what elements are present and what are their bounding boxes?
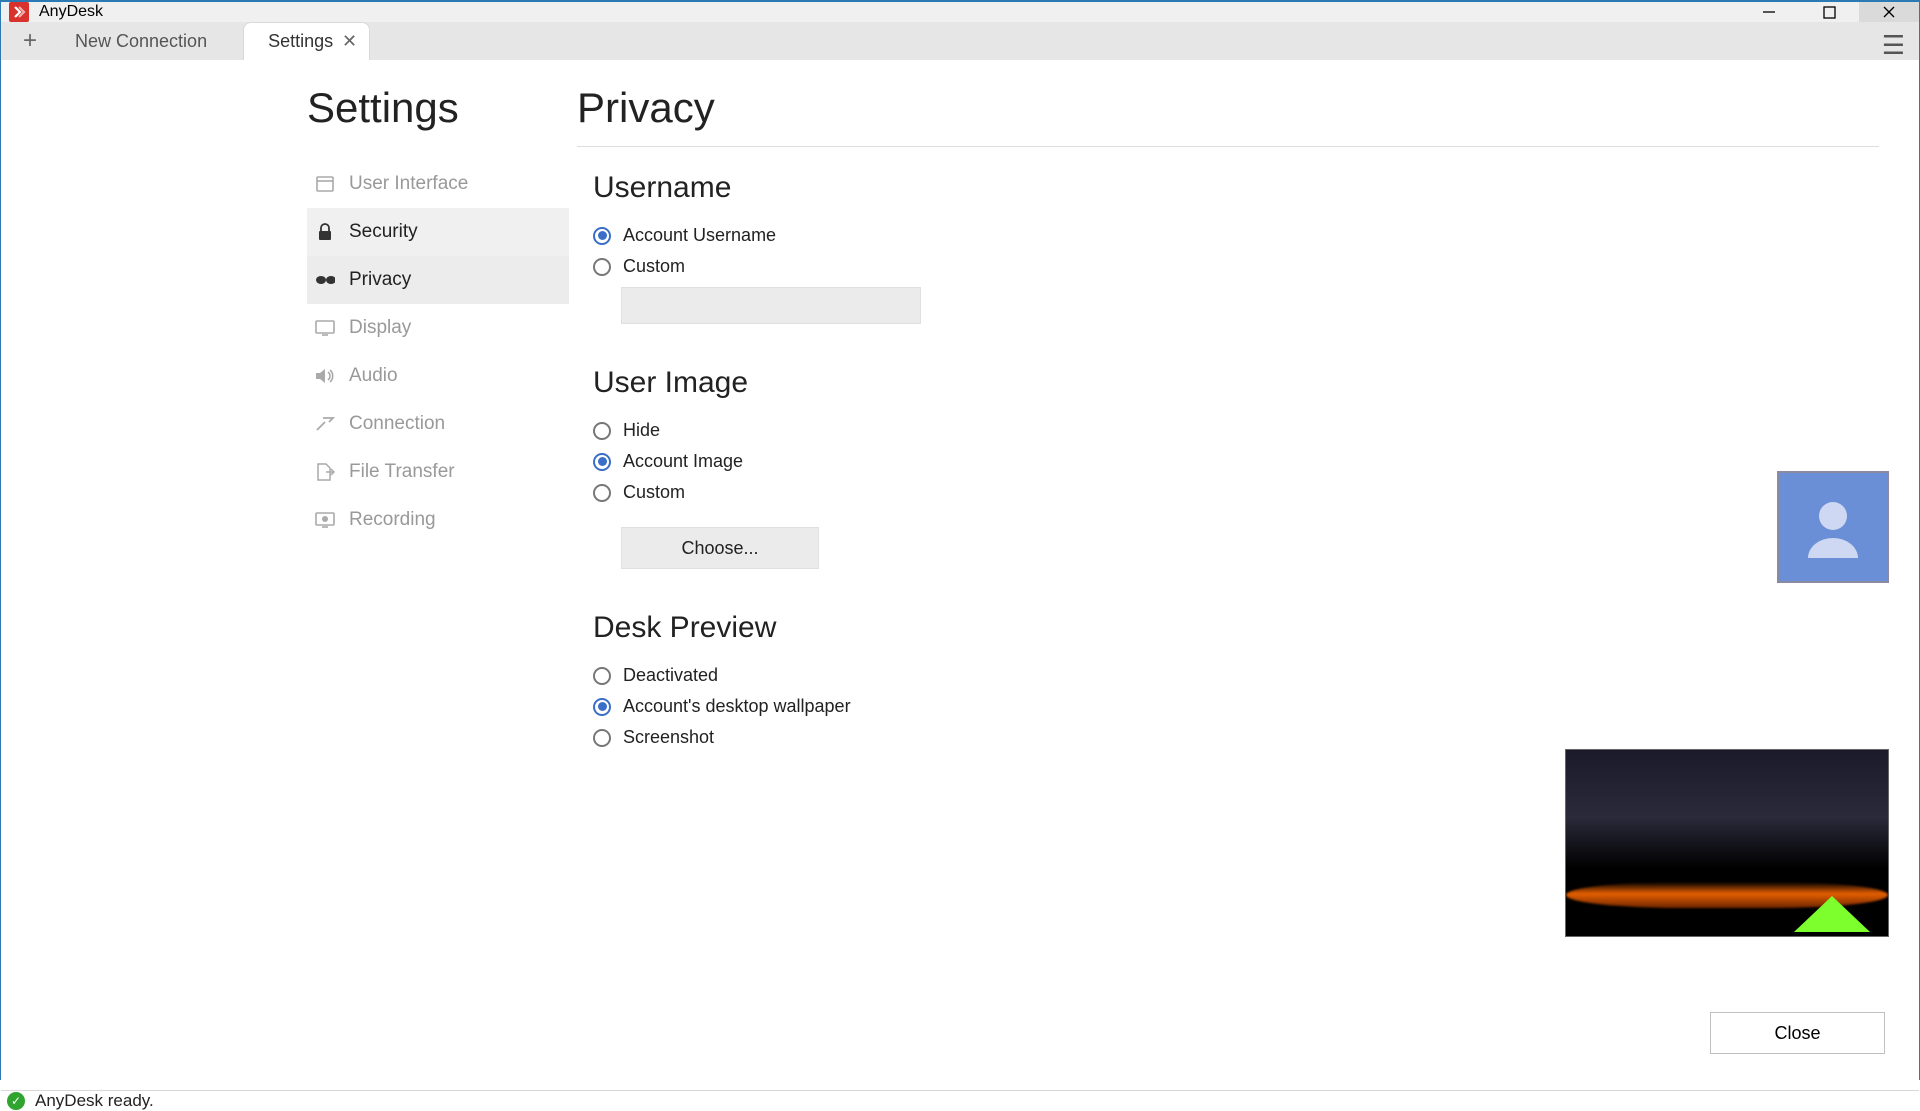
lock-icon	[315, 223, 335, 241]
custom-username-input	[621, 287, 921, 324]
sidebar-item-label: Audio	[349, 365, 398, 387]
close-tab-icon[interactable]: ✕	[342, 31, 357, 52]
section-heading: Desk Preview	[593, 611, 1885, 645]
radio-wallpaper[interactable]: Account's desktop wallpaper	[593, 696, 1885, 717]
radio-label: Custom	[623, 482, 685, 503]
tab-label: New Connection	[75, 31, 207, 52]
panel-heading: Privacy	[577, 84, 1879, 147]
connection-icon	[315, 416, 335, 432]
radio-screenshot[interactable]: Screenshot	[593, 727, 1885, 748]
glasses-icon	[315, 275, 335, 285]
user-image-preview	[1777, 471, 1889, 583]
window-controls	[1739, 2, 1919, 22]
tab-settings[interactable]: Settings ✕	[243, 22, 370, 60]
status-text: AnyDesk ready.	[35, 1091, 154, 1111]
maximize-button[interactable]	[1799, 2, 1859, 22]
radio-icon	[593, 453, 611, 471]
radio-account-username[interactable]: Account Username	[593, 225, 1885, 246]
title-bar: AnyDesk	[1, 2, 1919, 22]
radio-account-image[interactable]: Account Image	[593, 451, 1885, 472]
radio-deactivated[interactable]: Deactivated	[593, 665, 1885, 686]
section-username: Username Account Username Custom	[577, 171, 1885, 324]
tab-label: Settings	[268, 31, 333, 52]
sidebar-item-recording[interactable]: Recording	[307, 496, 569, 544]
app-logo-icon	[9, 2, 29, 22]
content: Settings User Interface Security Privacy…	[1, 60, 1919, 1090]
radio-label: Hide	[623, 420, 660, 441]
menu-icon[interactable]: ☰	[1882, 30, 1905, 61]
radio-icon	[593, 258, 611, 276]
radio-label: Screenshot	[623, 727, 714, 748]
close-window-button[interactable]	[1859, 2, 1919, 22]
minimize-button[interactable]	[1739, 2, 1799, 22]
sidebar-heading: Settings	[307, 84, 569, 132]
close-button[interactable]: Close	[1710, 1012, 1885, 1054]
radio-icon	[593, 422, 611, 440]
section-desk-preview: Desk Preview Deactivated Account's deskt…	[577, 611, 1885, 748]
sidebar-item-file-transfer[interactable]: File Transfer	[307, 448, 569, 496]
sidebar-item-security[interactable]: Security	[307, 208, 569, 256]
radio-label: Custom	[623, 256, 685, 277]
status-ok-icon: ✓	[7, 1092, 25, 1110]
app-window: AnyDesk + New Connection Settings ✕ ☰ Se…	[0, 0, 1920, 1080]
radio-label: Account Username	[623, 225, 776, 246]
tent-shape	[1794, 896, 1870, 932]
section-user-image: User Image Hide Account Image Custom Cho…	[577, 366, 1885, 569]
sidebar-item-label: Privacy	[349, 269, 411, 291]
settings-scroll-area[interactable]: Username Account Username Custom User Im…	[577, 171, 1899, 1090]
desk-preview-image	[1565, 749, 1889, 937]
settings-sidebar: Settings User Interface Security Privacy…	[307, 60, 569, 1090]
sidebar-item-label: Connection	[349, 413, 445, 435]
tab-strip: + New Connection Settings ✕ ☰	[1, 22, 1919, 60]
avatar-icon	[1798, 492, 1868, 562]
audio-icon	[315, 368, 335, 384]
display-icon	[315, 320, 335, 336]
section-heading: User Image	[593, 366, 1885, 400]
radio-label: Account's desktop wallpaper	[623, 696, 851, 717]
file-transfer-icon	[315, 463, 335, 481]
radio-label: Account Image	[623, 451, 743, 472]
section-heading: Username	[593, 171, 1885, 205]
tab-new-connection[interactable]: New Connection	[51, 22, 243, 60]
recording-icon	[315, 512, 335, 528]
settings-panel: Privacy Username Account Username Custom	[569, 60, 1919, 1090]
sidebar-item-display[interactable]: Display	[307, 304, 569, 352]
sidebar-item-privacy[interactable]: Privacy	[307, 256, 569, 304]
radio-custom-image[interactable]: Custom	[593, 482, 1885, 503]
choose-image-button[interactable]: Choose...	[621, 527, 819, 569]
radio-icon	[593, 227, 611, 245]
sidebar-item-label: User Interface	[349, 173, 468, 195]
radio-icon	[593, 729, 611, 747]
window-title: AnyDesk	[39, 3, 103, 21]
sidebar-item-audio[interactable]: Audio	[307, 352, 569, 400]
radio-icon	[593, 667, 611, 685]
sidebar-item-label: Security	[349, 221, 418, 243]
status-bar: ✓ AnyDesk ready.	[1, 1090, 1919, 1111]
radio-label: Deactivated	[623, 665, 718, 686]
sidebar-item-label: Recording	[349, 509, 436, 531]
sidebar-item-label: File Transfer	[349, 461, 455, 483]
ui-icon	[315, 176, 335, 192]
sidebar-item-connection[interactable]: Connection	[307, 400, 569, 448]
radio-hide-image[interactable]: Hide	[593, 420, 1885, 441]
sidebar-item-user-interface[interactable]: User Interface	[307, 160, 569, 208]
radio-custom-username[interactable]: Custom	[593, 256, 1885, 277]
new-tab-button[interactable]: +	[9, 22, 51, 60]
radio-icon	[593, 698, 611, 716]
sidebar-item-label: Display	[349, 317, 411, 339]
radio-icon	[593, 484, 611, 502]
